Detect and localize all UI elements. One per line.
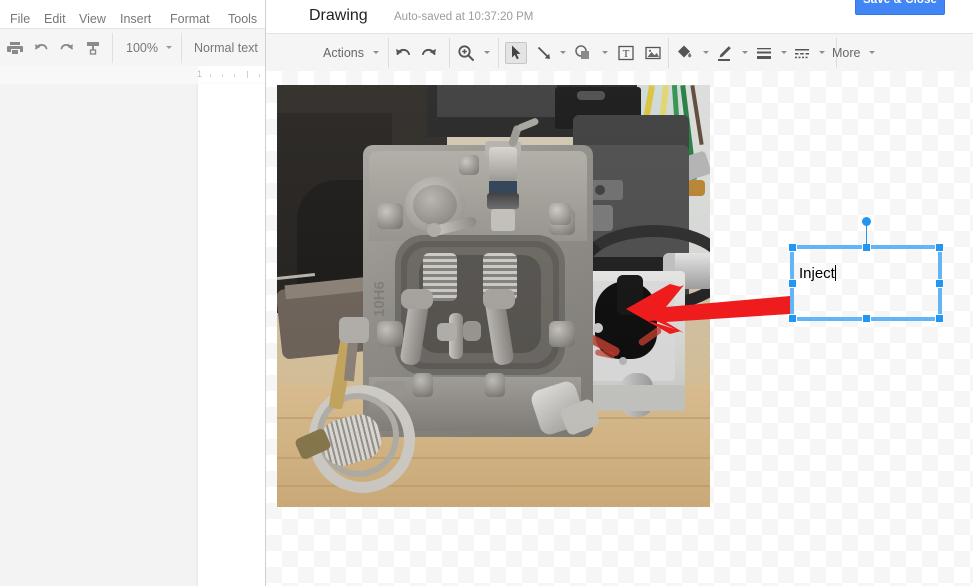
svg-text:T: T [623,48,630,60]
fill-color-icon[interactable] [675,43,695,63]
small-engine-photo[interactable]: 10H6 [277,85,710,507]
zoom-caret-icon[interactable] [484,51,490,54]
line-color-icon[interactable] [714,43,734,63]
ruler-page-area [198,66,266,84]
undo-icon[interactable] [393,43,413,63]
textbox-border [792,247,940,319]
textbox-text[interactable]: Inject [799,265,836,283]
fill-caret-icon[interactable] [703,51,709,54]
ruler-tick-major [247,71,248,78]
app-root: ‎ File Edit View Insert Format Tools [0,0,973,586]
ruler-tick [259,74,260,77]
menu-tools[interactable]: Tools [228,11,257,28]
line-weight-icon[interactable] [754,43,774,63]
handle-middle-right[interactable] [935,279,944,288]
document-menubar: File Edit View Insert Format Tools [0,11,266,28]
menu-file[interactable]: File [10,11,30,28]
image-icon[interactable] [643,43,663,63]
line-dash-icon[interactable] [792,43,812,63]
actions-menu[interactable]: Actions [323,34,364,72]
document-toolbar: 100% Normal text [0,28,266,68]
save-and-close-button[interactable]: Save & Close [855,0,945,15]
print-icon[interactable] [6,39,24,57]
text-box-icon[interactable]: T [616,43,636,63]
ruler-tick [210,74,211,77]
shape-caret-icon[interactable] [602,51,608,54]
actions-caret-icon[interactable] [373,51,379,54]
drawing-toolbar-divider-3 [498,38,499,68]
more-caret-icon[interactable] [869,51,875,54]
ruler-marker-1: 1 [197,69,203,79]
textbox-shape[interactable]: Inject [788,217,944,323]
drawing-canvas[interactable]: 10H6 Inject [266,71,973,586]
drawing-title: Drawing [309,7,368,24]
handle-top-left[interactable] [788,243,797,252]
menu-view[interactable]: View [79,11,106,28]
document-top-strip: ‎ [0,0,266,11]
drawing-dialog: Drawing Auto-saved at 10:37:20 PM Save &… [266,0,973,586]
redo-icon[interactable] [419,43,439,63]
rotation-stem [866,225,867,245]
document-page[interactable] [198,84,266,586]
line-caret-icon[interactable] [560,51,566,54]
undo-icon[interactable] [32,39,50,57]
drawing-toolbar-divider-4 [668,38,669,68]
handle-bottom-left[interactable] [788,314,797,323]
select-arrow-icon[interactable] [505,42,527,64]
more-menu[interactable]: More [832,34,860,72]
handle-bottom-right[interactable] [935,314,944,323]
handle-middle-left[interactable] [788,279,797,288]
menu-insert[interactable]: Insert [120,11,151,28]
line-color-caret-icon[interactable] [742,51,748,54]
drawing-toolbar-divider-2 [449,38,450,68]
toolbar-divider-2 [181,33,182,63]
zoom-value[interactable]: 100% [126,29,158,67]
drawing-toolbar-divider-1 [388,38,389,68]
rotation-handle[interactable] [862,217,871,226]
menu-format[interactable]: Format [170,11,210,28]
line-weight-caret-icon[interactable] [781,51,787,54]
redo-icon[interactable] [58,39,76,57]
line-icon[interactable] [534,43,554,63]
paragraph-style-value[interactable]: Normal text [194,29,258,67]
textbox-value: Inject [799,265,835,282]
zoom-caret-icon[interactable] [166,46,172,49]
text-cursor [834,265,836,281]
drawing-toolbar: Actions T More [266,33,973,73]
document-ruler[interactable]: 1 [0,66,266,85]
line-dash-caret-icon[interactable] [819,51,825,54]
autosave-status: Auto-saved at 10:37:20 PM [394,11,534,23]
ruler-tick [234,74,235,77]
paint-format-icon[interactable] [84,39,102,57]
menu-edit[interactable]: Edit [44,11,66,28]
zoom-in-icon[interactable] [456,43,476,63]
document-body [0,84,266,586]
ruler-tick [222,74,223,77]
document-column: ‎ File Edit View Insert Format Tools [0,0,266,586]
handle-top-right[interactable] [935,243,944,252]
handle-bottom-center[interactable] [862,314,871,323]
drawing-dialog-header: Drawing Auto-saved at 10:37:20 PM Save &… [266,0,973,33]
shape-icon[interactable] [572,43,592,63]
toolbar-divider-1 [112,33,113,63]
